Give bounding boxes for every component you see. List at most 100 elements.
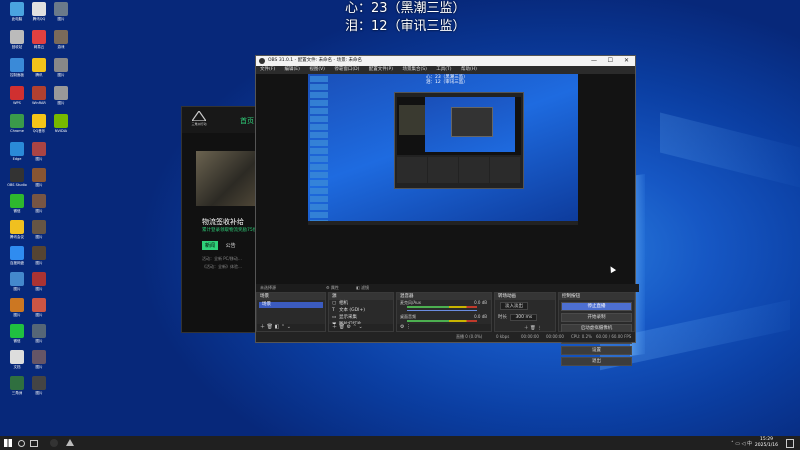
chevron-up-icon[interactable]: ˄ <box>731 441 734 447</box>
menu-tools[interactable]: 工具(T) <box>436 67 451 72</box>
start-icon[interactable] <box>4 439 12 447</box>
source-label: 相机 <box>339 301 348 306</box>
desktop-icon[interactable] <box>32 58 46 72</box>
obs-preview[interactable]: 心：23（黑潮三监） 泪：12（审讯三监） <box>256 74 635 284</box>
obs-titlebar[interactable]: OBS 31.0.1 - 配置文件: 未命名 - 场景: 未命名 — ☐ ✕ <box>256 56 635 66</box>
desktop-icon[interactable] <box>10 30 24 44</box>
desktop-icon[interactable] <box>10 2 24 16</box>
desktop-icon[interactable] <box>10 220 24 234</box>
start-recording-button[interactable]: 开始录制 <box>561 313 632 322</box>
duration-input[interactable]: 300 ms <box>510 314 538 321</box>
menu-edit[interactable]: 编辑(E) <box>285 67 300 72</box>
volume-slider[interactable] <box>407 310 477 311</box>
stop-streaming-button[interactable]: 停止直播 <box>561 302 632 311</box>
desktop-icon[interactable] <box>10 168 24 182</box>
properties-button[interactable]: ⚙ 属性 <box>326 284 339 292</box>
desktop-icon[interactable] <box>10 272 24 286</box>
obs-taskbar-icon[interactable] <box>50 439 58 447</box>
transition-menu-icon[interactable]: ⋮ <box>537 326 542 331</box>
taskbar-clock[interactable]: 15:29 2025/1/16 <box>755 437 778 449</box>
move-down-icon[interactable]: ⌄ <box>358 324 362 330</box>
remove-scene-icon[interactable]: 🗑 <box>267 324 273 330</box>
transition-select[interactable]: 淡入淡出 <box>500 302 528 310</box>
search-icon[interactable] <box>18 440 25 447</box>
desktop-icon[interactable] <box>32 272 46 286</box>
minimize-button[interactable]: — <box>591 56 597 66</box>
add-scene-icon[interactable]: ＋ <box>260 324 265 330</box>
desktop-icon[interactable] <box>32 220 46 234</box>
notification-icon[interactable] <box>786 439 794 448</box>
desktop-icon[interactable] <box>32 168 46 182</box>
desktop-icon[interactable] <box>54 58 68 72</box>
settings-button[interactable]: 设置 <box>561 346 632 355</box>
game-launcher-taskbar-icon[interactable] <box>66 439 74 446</box>
desktop-icon[interactable] <box>54 2 68 16</box>
menu-docks[interactable]: 停靠窗口(D) <box>334 67 359 72</box>
desktop-icon[interactable] <box>10 324 24 338</box>
desktop-icon[interactable] <box>54 86 68 100</box>
move-up-icon[interactable]: ⌃ <box>353 324 357 330</box>
exit-button[interactable]: 退出 <box>561 357 632 366</box>
game-website-window[interactable]: 三角洲行动 首页 物流签收补给 累计登录领取物流奖励75份 新闻 公告 活动：全… <box>181 106 260 333</box>
desktop-icon[interactable] <box>32 86 46 100</box>
desktop-icon[interactable] <box>10 376 24 390</box>
tab-news[interactable]: 新闻 <box>202 241 219 250</box>
add-source-icon[interactable]: ＋ <box>332 324 337 330</box>
scene-item[interactable]: 场景 <box>259 302 323 308</box>
news-item[interactable]: 活动：全新 PC/移动… <box>202 255 242 263</box>
desktop-icon[interactable] <box>54 30 68 44</box>
desktop-icon[interactable] <box>54 114 68 128</box>
move-down-icon[interactable]: ⌄ <box>287 324 291 330</box>
desktop-icon[interactable] <box>10 246 24 260</box>
nested-obs-docks <box>397 157 521 183</box>
desktop-icon[interactable] <box>10 114 24 128</box>
source-settings-icon[interactable]: ⚙ <box>347 324 351 330</box>
desktop-icon[interactable] <box>10 298 24 312</box>
menu-profile[interactable]: 配置文件(P) <box>369 67 393 72</box>
remove-source-icon[interactable]: 🗑 <box>339 324 345 330</box>
task-view-icon[interactable] <box>30 440 38 447</box>
news-item[interactable]: 《活动：全新》体验… <box>202 263 242 271</box>
maximize-button[interactable]: ☐ <box>608 56 613 66</box>
desktop-icon[interactable] <box>10 86 24 100</box>
desktop-icon[interactable] <box>32 376 46 390</box>
source-item-display[interactable]: ▭ 显示采集 <box>329 314 393 321</box>
source-item-camera[interactable]: ▢ 相机 <box>329 300 393 307</box>
mixer-settings-icon[interactable]: ⚙ <box>400 324 404 330</box>
scene-filter-icon[interactable]: ◧ <box>275 324 280 330</box>
stream-time: 00:00:00 <box>521 334 539 339</box>
menu-file[interactable]: 文件(F) <box>260 67 275 72</box>
desktop-icon[interactable] <box>32 30 46 44</box>
network-icon[interactable]: ▭ <box>735 441 740 447</box>
website-logo[interactable]: 三角洲行动 <box>188 109 210 129</box>
desktop-icon[interactable] <box>10 350 24 364</box>
move-up-icon[interactable]: ⌃ <box>281 324 285 330</box>
desktop-icon[interactable] <box>32 2 46 16</box>
filters-button[interactable]: ◧ 滤镜 <box>356 284 369 292</box>
desktop-icon-label: 图片 <box>57 73 65 77</box>
clock-date: 2025/1/16 <box>754 443 778 448</box>
ime-icon[interactable]: 中 <box>747 441 752 447</box>
volume-icon[interactable]: ◁ <box>742 441 746 447</box>
desktop-icon[interactable] <box>32 324 46 338</box>
desktop-icon-label: NVIDIA <box>54 129 68 133</box>
menu-scene-collection[interactable]: 场景集合(S) <box>402 67 426 72</box>
add-transition-icon[interactable]: ＋ <box>524 326 529 331</box>
desktop-icon[interactable] <box>10 142 24 156</box>
close-button[interactable]: ✕ <box>624 56 629 66</box>
nav-home[interactable]: 首页 <box>240 116 254 126</box>
desktop-icon[interactable] <box>32 142 46 156</box>
desktop-icon[interactable] <box>32 298 46 312</box>
desktop-icon[interactable] <box>32 350 46 364</box>
desktop-icon[interactable] <box>10 194 24 208</box>
menu-view[interactable]: 视图(V) <box>309 67 325 72</box>
desktop-icon[interactable] <box>32 194 46 208</box>
desktop-icon[interactable] <box>10 58 24 72</box>
desktop-icon[interactable] <box>32 114 46 128</box>
tab-notice[interactable]: 公告 <box>223 241 239 250</box>
source-item-text[interactable]: T 文本 (GDI+) <box>329 307 393 314</box>
mixer-menu-icon[interactable]: ⋮ <box>406 324 411 330</box>
remove-transition-icon[interactable]: 🗑 <box>530 326 536 331</box>
desktop-icon[interactable] <box>32 246 46 260</box>
menu-help[interactable]: 帮助(H) <box>461 67 477 72</box>
